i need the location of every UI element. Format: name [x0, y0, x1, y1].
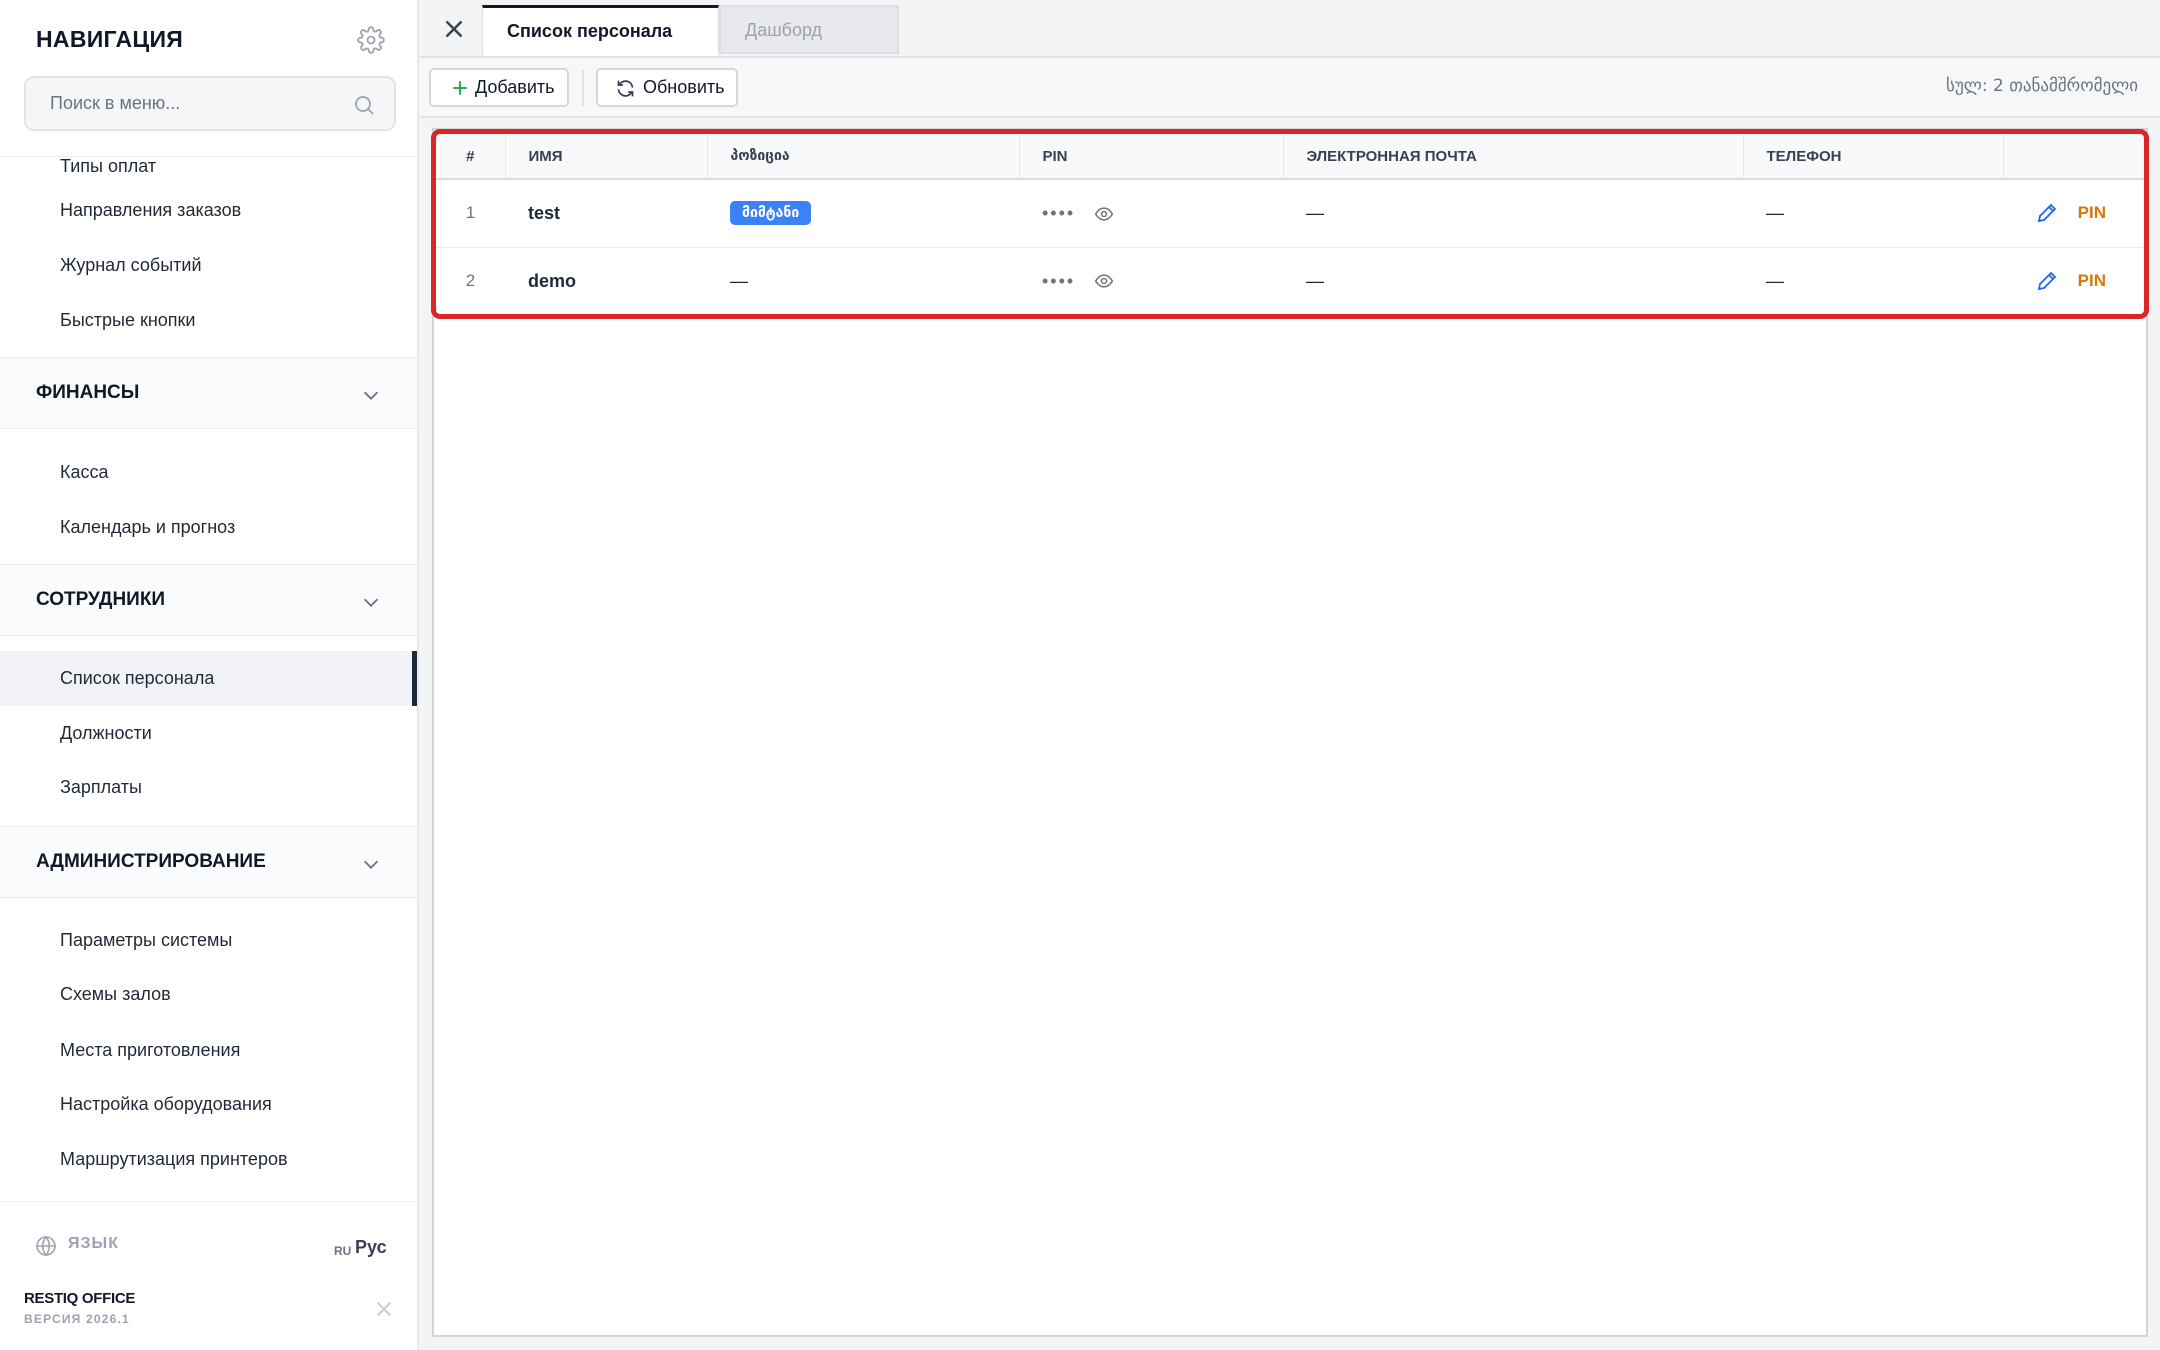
pin-cell: ••••: [1019, 179, 1283, 248]
refresh-icon: [617, 80, 634, 97]
sidebar-search: [24, 76, 396, 131]
staff-name: test: [505, 179, 707, 248]
row-number: 2: [436, 247, 505, 316]
total-count: სულ: 2 თანამშრომელი: [1946, 76, 2138, 96]
chevron-down-icon: [363, 860, 379, 869]
search-icon: [355, 96, 374, 115]
actions-cell: PIN: [2003, 179, 2144, 248]
edit-icon[interactable]: [2035, 201, 2059, 225]
sidebar-item-cash[interactable]: Касса: [0, 445, 417, 500]
sidebar-item-order-routes[interactable]: Направления заказов: [0, 183, 417, 238]
column-header-phone[interactable]: ТЕЛЕФОН: [1743, 134, 2004, 180]
column-header-email[interactable]: ЭЛЕКТРОННАЯ ПОЧТА: [1283, 134, 1744, 180]
sidebar-item-printer-routing[interactable]: Маршрутизация принтеров: [0, 1132, 417, 1187]
close-icon[interactable]: [373, 1298, 395, 1320]
sidebar-item-calendar[interactable]: Календарь и прогноз: [0, 500, 417, 555]
language-selector[interactable]: Рус: [355, 1237, 387, 1258]
column-header-name[interactable]: ИМЯ: [505, 134, 708, 180]
row-number: 1: [436, 179, 505, 248]
sidebar-footer: ЯЗЫК RU Рус RESTIQ OFFICE ВЕРСИЯ 2026.1: [0, 1201, 417, 1350]
column-header-position[interactable]: პოზიცია: [707, 134, 1020, 180]
email-cell: —: [1283, 247, 1743, 316]
section-finance[interactable]: ФИНАНСЫ: [0, 357, 417, 429]
sidebar-item-salaries[interactable]: Зарплаты: [0, 760, 417, 815]
close-tabs-icon[interactable]: [439, 14, 469, 44]
section-staff-label: СОТРУДНИКИ: [36, 589, 166, 610]
eye-icon[interactable]: [1094, 271, 1114, 291]
staff-table: # ИМЯ პოზიცია PIN ЭЛЕКТРОННАЯ ПОЧТА ТЕЛЕ…: [436, 134, 2144, 316]
section-staff[interactable]: СОТРУДНИКИ: [0, 564, 417, 636]
sidebar-item-quick-buttons[interactable]: Быстрые кнопки: [0, 293, 417, 348]
position-cell: —: [707, 247, 1019, 316]
email-cell: —: [1283, 179, 1743, 248]
actions-cell: PIN: [2003, 247, 2144, 316]
tab-dashboard[interactable]: Дашборд: [719, 5, 899, 54]
section-finance-label: ФИНАНСЫ: [36, 382, 140, 403]
sidebar-item-equipment[interactable]: Настройка оборудования: [0, 1077, 417, 1132]
position-badge: მიმტანი: [730, 201, 812, 226]
add-button-label: Добавить: [475, 77, 555, 97]
toolbar-divider: [582, 70, 584, 106]
sidebar-item-hall-schemes[interactable]: Схемы залов: [0, 967, 417, 1022]
pin-cell: ••••: [1019, 247, 1283, 316]
table-row[interactable]: 2 demo — •••• — — PIN: [436, 247, 2144, 316]
tab-bar: Список персонала Дашборд: [419, 0, 2160, 58]
sidebar-item-kitchen-places[interactable]: Места приготовления: [0, 1023, 417, 1078]
table-header-row: # ИМЯ პოზიცია PIN ЭЛЕКТРОННАЯ ПОЧТА ТЕЛЕ…: [436, 134, 2144, 180]
chevron-down-icon: [363, 391, 379, 400]
phone-cell: —: [1743, 179, 2003, 248]
eye-icon[interactable]: [1094, 204, 1114, 224]
refresh-button-label: Обновить: [643, 77, 725, 97]
table-row[interactable]: 1 test მიმტანი •••• — — PIN: [436, 179, 2144, 248]
chevron-down-icon: [363, 598, 379, 607]
section-admin[interactable]: АДМИНИСТРИРОВАНИЕ: [0, 826, 417, 898]
plus-icon: [453, 81, 467, 95]
pin-action-button[interactable]: PIN: [2078, 203, 2106, 222]
tab-staff-list[interactable]: Список персонала: [482, 5, 719, 56]
language-code[interactable]: RU: [334, 1244, 351, 1258]
globe-icon: [36, 1235, 56, 1257]
pin-masked: ••••: [1042, 203, 1076, 224]
add-button[interactable]: Добавить: [429, 68, 569, 107]
edit-icon[interactable]: [2035, 269, 2059, 293]
column-header-number: #: [436, 134, 506, 180]
sidebar-item-system-params[interactable]: Параметры системы: [0, 913, 417, 968]
staff-name: demo: [505, 247, 707, 316]
sidebar-item-positions[interactable]: Должности: [0, 706, 417, 761]
refresh-button[interactable]: Обновить: [596, 68, 738, 107]
column-header-pin: PIN: [1019, 134, 1284, 180]
language-label: ЯЗЫК: [68, 1235, 119, 1252]
phone-cell: —: [1743, 247, 2003, 316]
gear-icon[interactable]: [357, 26, 385, 54]
pin-action-button[interactable]: PIN: [2078, 271, 2106, 290]
sidebar-item-event-log[interactable]: Журнал событий: [0, 238, 417, 293]
sidebar-menu: Типы оплат Направления заказов Журнал со…: [0, 156, 417, 1201]
position-cell: მიმტანი: [707, 179, 1019, 248]
sidebar-header: НАВИГАЦИЯ: [0, 0, 417, 156]
sidebar-item-staff-list[interactable]: Список персонала: [0, 651, 417, 706]
section-admin-label: АДМИНИСТРИРОВАНИЕ: [36, 851, 266, 872]
search-input[interactable]: [26, 78, 394, 129]
pin-masked: ••••: [1042, 270, 1076, 291]
sidebar: НАВИГАЦИЯ Типы оплат Направления заказов…: [0, 0, 419, 1350]
toolbar: Добавить Обновить სულ: 2 თანამშრომელი: [419, 58, 2160, 118]
sidebar-title: НАВИГАЦИЯ: [36, 26, 184, 52]
column-header-actions: [2003, 134, 2144, 180]
brand-name: RESTIQ OFFICE: [24, 1290, 136, 1307]
version-label: ВЕРСИЯ 2026.1: [24, 1312, 130, 1326]
